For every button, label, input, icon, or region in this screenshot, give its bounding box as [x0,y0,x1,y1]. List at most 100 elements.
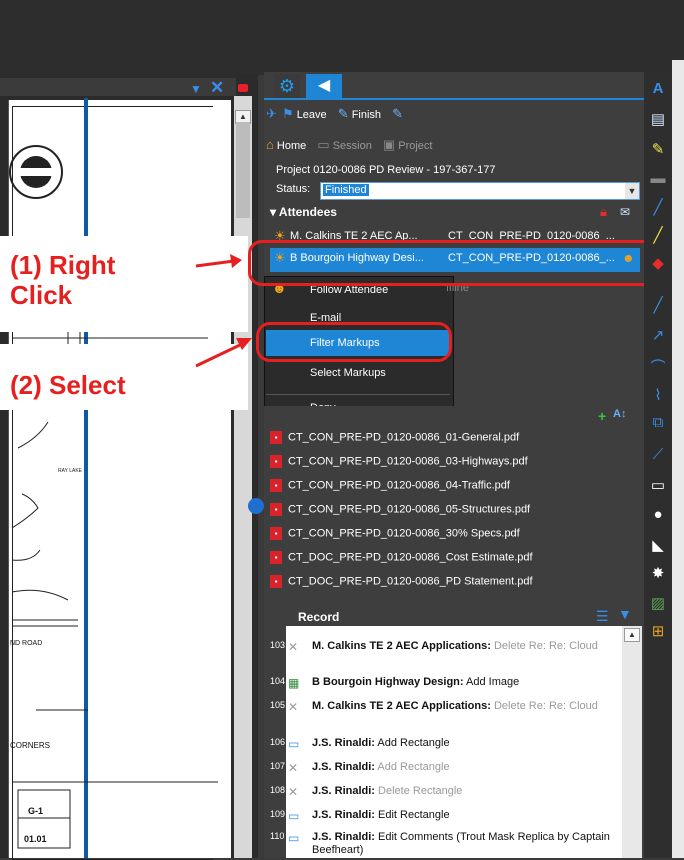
record-number: 110 [270,831,285,841]
title-bar-area [0,0,684,75]
annotation-step-1-line-2: Click [10,280,73,310]
image-tool-icon[interactable]: ▨ [648,594,668,612]
file-item[interactable]: ▪ CT_CON_PRE-PD_0120-0086_03-Highways.pdf [270,455,528,468]
cloud-tool-icon[interactable]: ⧉ [648,414,668,431]
record-number: 109 [270,809,286,819]
menu-divider [266,394,450,395]
eraser-tool-icon[interactable]: ◆ [648,254,668,272]
filter-icon[interactable]: ▼ [618,606,632,622]
project-button[interactable]: Project [398,140,432,152]
polyline-tool-icon[interactable]: ⌇ [648,386,668,404]
status-value: Finished [323,184,369,196]
scrollbar-thumb[interactable] [236,122,250,218]
file-name: CT_DOC_PRE-PD_0120-0086_Cost Estimate.pd… [288,551,533,564]
cloud-shape-tool-icon[interactable]: ✸ [648,564,668,582]
pdf-icon: ▪ [270,575,282,588]
invite-icon[interactable]: ✎ [392,106,403,122]
x-icon: ✕ [288,761,299,775]
leave-icon[interactable]: ⚑ [282,106,294,122]
record-user: B Bourgoin Highway Design: [312,676,464,688]
record-user: J.S. Rinaldi: [312,785,375,797]
pen-tool-icon[interactable]: ╱ [648,198,668,216]
line-tool-icon[interactable]: ╱ [648,296,668,314]
home-button[interactable]: Home [277,140,306,152]
highlight-ring-attendee [248,240,662,286]
project-icon[interactable]: ▣ [383,137,395,153]
file-item[interactable]: ▪ CT_CON_PRE-PD_0120-0086_05-Structures.p… [270,503,530,516]
home-icon[interactable]: ⌂ [266,137,274,152]
session-button[interactable]: Session [333,140,372,152]
megaphone-icon: ◀ [317,77,331,94]
record-number: 105 [270,700,286,710]
file-item[interactable]: ▪ CT_CON_PRE-PD_0120-0086_01-General.pdf [270,431,519,444]
status-dropdown[interactable]: Finished ▼ [320,182,640,200]
note-tool-icon[interactable]: ✎ [648,140,668,158]
record-user: M. Calkins TE 2 AEC Applications: [312,700,491,712]
file-item[interactable]: ▪ CT_DOC_PRE-PD_0120-0086_Cost Estimate.p… [270,551,533,564]
email-icon[interactable]: ✉ [620,205,630,219]
arc-tool-icon[interactable]: ⌒ [648,356,668,377]
record-scrollbar[interactable] [622,626,642,858]
file-name: CT_CON_PRE-PD_0120-0086_01-General.pdf [288,431,520,444]
list-view-icon[interactable]: ☰ [596,608,609,625]
pdf-icon: ▪ [270,527,282,540]
x-icon: ✕ [288,785,299,799]
record-user: J.S. Rinaldi: [312,761,375,773]
chevron-down-icon[interactable]: ▼ [625,183,639,199]
stamp-tool-icon[interactable]: ▤ [648,110,668,128]
finish-button[interactable]: Finish [352,109,381,121]
file-name: CT_CON_PRE-PD_0120-0086_03-Highways.pdf [288,455,528,468]
join-icon[interactable]: ✈ [266,106,277,122]
pdf-icon: ▪ [270,455,282,468]
snapshot-tool-icon[interactable]: ⊞ [648,622,668,640]
markup-toolbar [644,72,672,858]
viewer-close-icon[interactable]: ✕ [210,78,224,98]
record-number: 107 [270,761,286,771]
rectangle-icon: ▭ [288,737,300,751]
rectangle-tool-icon[interactable]: ▭ [648,476,668,494]
svg-text:RAY LAKE: RAY LAKE [58,468,83,474]
viewer-pin-icon[interactable] [238,84,248,92]
files-header [264,406,644,426]
record-action: Delete Re: Re: Cloud [493,700,598,712]
sort-icon[interactable]: A↕ [613,408,626,420]
rectangle-icon: ▭ [288,831,300,845]
record-action: Delete Re: Re: Cloud [493,640,598,652]
polygon-tool-icon[interactable]: ◣ [648,536,668,554]
window-edge [672,60,684,858]
lock-icon[interactable]: 🔒︎ [600,204,607,220]
record-number: 106 [270,737,286,747]
road-label: ND ROAD [10,640,43,647]
record-action: Add Image [466,676,520,688]
callout-tool-icon[interactable]: ▬ [648,170,668,187]
settings-tab[interactable]: ⚙ [274,74,300,98]
file-item[interactable]: ▪ CT_DOC_PRE-PD_0120-0086_PD Statement.pd… [270,575,533,588]
text-tool-icon[interactable]: A [648,80,668,97]
ellipse-tool-icon[interactable]: ● [648,506,668,523]
arrow-tool-icon[interactable]: ↗ [648,326,668,344]
panel-splitter-handle[interactable] [248,498,264,514]
scroll-up-arrow-icon[interactable]: ▲ [624,628,640,642]
pdf-icon: ▪ [270,551,282,564]
viewer-menu-icon[interactable]: ▼ [190,82,202,96]
rectangle-icon: ▭ [288,809,300,823]
attendees-header[interactable]: ▾ Attendees [270,205,337,219]
session-icon[interactable]: ▭ [317,137,329,153]
add-file-icon[interactable]: + [598,408,606,424]
studio-session-tab[interactable]: ◀ [306,74,342,98]
file-item[interactable]: ▪ CT_CON_PRE-PD_0120-0086_04-Traffic.pdf [270,479,510,492]
highlighter-tool-icon[interactable]: ╱ [648,226,668,244]
record-title: Record [298,610,340,624]
record-action: Add Rectangle [377,737,450,749]
attendees-header-label: Attendees [278,205,337,219]
file-item[interactable]: ▪ CT_CON_PRE-PD_0120-0086_30% Specs.pdf [270,527,520,540]
navigation-toolbar: ⌂ Home ▭ Session ▣ Project [266,137,433,157]
menu-item-select-markups[interactable]: Select Markups [310,367,386,379]
finish-icon[interactable]: ✎ [338,106,349,122]
leave-button[interactable]: Leave [297,109,327,121]
record-action: Edit Rectangle [378,809,450,821]
record-number: 103 [270,640,286,650]
measure-tool-icon[interactable]: ⟋ [648,446,668,463]
x-icon: ✕ [288,640,299,654]
annotation-step-1-line-1: (1) Right [10,250,116,280]
